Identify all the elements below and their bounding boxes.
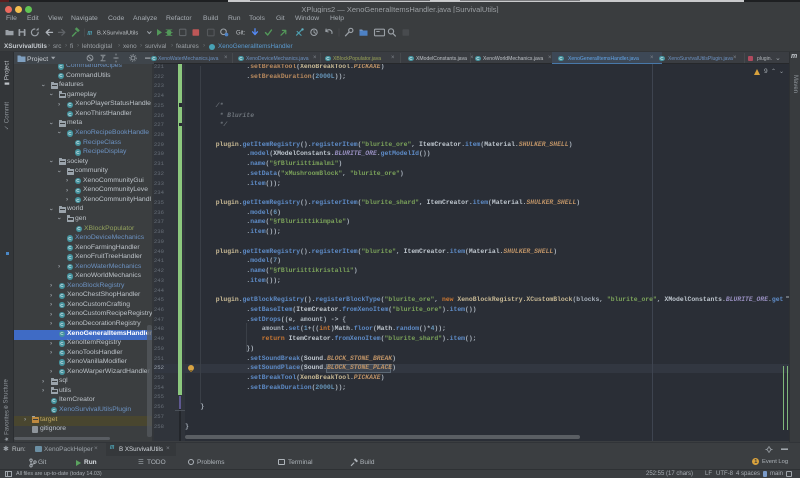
svg-text:B.XSurvivalUtils: B.XSurvivalUtils [97, 31, 138, 37]
svg-text:Git:: Git: [236, 31, 246, 37]
svg-text:m: m [87, 30, 93, 38]
svg-text:Project: Project [27, 56, 48, 63]
